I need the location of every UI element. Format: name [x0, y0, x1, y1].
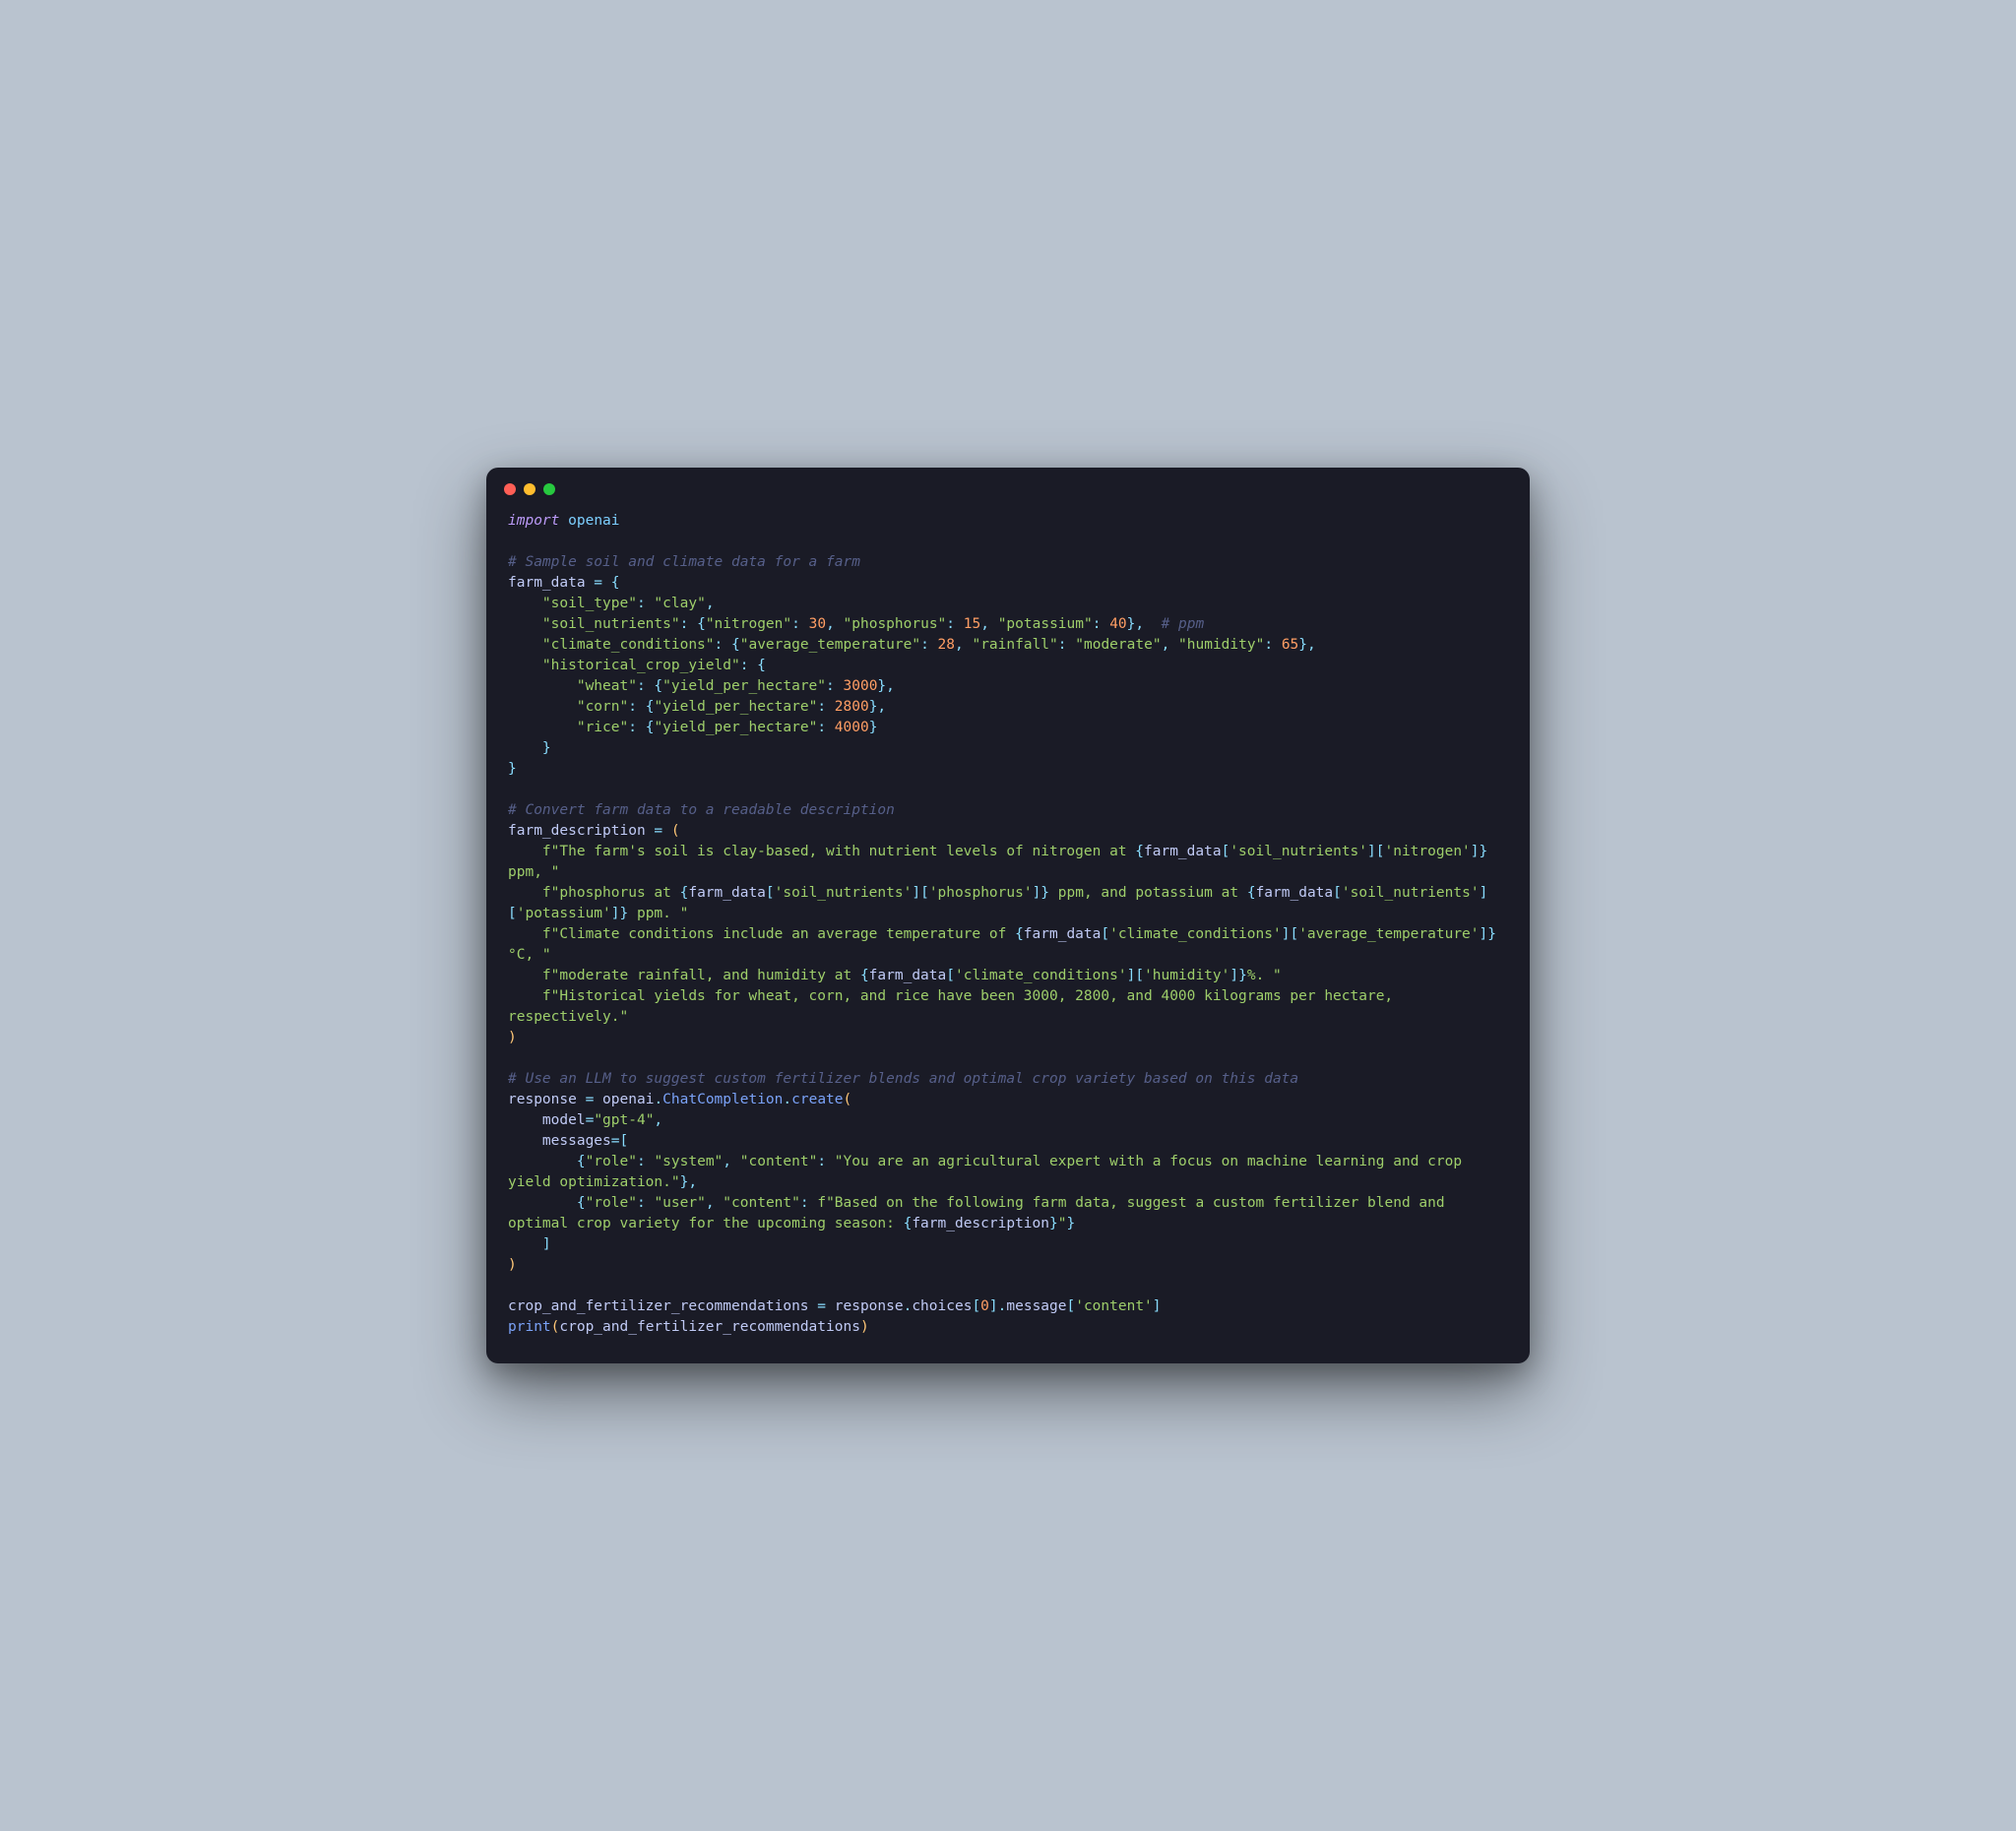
num: 15 — [964, 616, 980, 632]
dict-key: "corn" — [577, 699, 628, 715]
comment: # ppm — [1162, 616, 1205, 632]
num: 30 — [809, 616, 826, 632]
key: 'content' — [1075, 1298, 1153, 1314]
dict-val: "user" — [654, 1195, 705, 1211]
comment: # Use an LLM to suggest custom fertilize… — [508, 1071, 1298, 1087]
key: 'climate_conditions' — [955, 968, 1127, 983]
interp-var: farm_description — [912, 1216, 1049, 1231]
print-fn: print — [508, 1319, 551, 1335]
fstring: f"phosphorus at — [508, 885, 680, 901]
key: 'average_temperature' — [1298, 926, 1479, 942]
code-block: import openai # Sample soil and climate … — [486, 501, 1530, 1364]
response-ref: response — [835, 1298, 904, 1314]
key: 'humidity' — [1144, 968, 1229, 983]
dict-key: "climate_conditions" — [542, 637, 715, 653]
dict-key: "rainfall" — [972, 637, 1057, 653]
var-recommendations: crop_and_fertilizer_recommendations — [508, 1298, 809, 1314]
brace-open: { — [611, 575, 620, 591]
var-farm-description: farm_description — [508, 823, 646, 839]
dict-key: "role" — [586, 1195, 637, 1211]
fstring: ppm, and potassium at — [1049, 885, 1247, 901]
var-farm-data: farm_data — [508, 575, 586, 591]
key: 'climate_conditions' — [1109, 926, 1282, 942]
dict-key: "nitrogen" — [706, 616, 791, 632]
kwarg-model: model — [542, 1112, 586, 1128]
dict-key: "soil_nutrients" — [542, 616, 680, 632]
close-icon[interactable] — [504, 483, 516, 495]
dict-key: "phosphorus" — [844, 616, 947, 632]
maximize-icon[interactable] — [543, 483, 555, 495]
fstring: f"Climate conditions include an average … — [508, 926, 1015, 942]
dict-val: "moderate" — [1075, 637, 1161, 653]
fstring: f"Historical yields for wheat, corn, and… — [508, 988, 1402, 1025]
interp-var: farm_data — [688, 885, 766, 901]
code-window: import openai # Sample soil and climate … — [486, 468, 1530, 1364]
dict-key: "average_temperature" — [740, 637, 920, 653]
attr-message: message — [1006, 1298, 1066, 1314]
fstring: f"moderate rainfall, and humidity at — [508, 968, 860, 983]
openai-ref: openai — [602, 1092, 654, 1107]
dict-key: "rice" — [577, 720, 628, 735]
fstring: f"The farm's soil is clay-based, with nu… — [508, 844, 1135, 859]
num: 65 — [1282, 637, 1298, 653]
interp-var: farm_data — [1024, 926, 1102, 942]
key: 'soil_nutrients' — [775, 885, 913, 901]
key: 'nitrogen' — [1384, 844, 1470, 859]
key: 'phosphorus' — [929, 885, 1033, 901]
key: 'soil_nutrients' — [1342, 885, 1480, 901]
module-openai: openai — [568, 513, 619, 529]
num: 3000 — [844, 678, 878, 694]
num: 4000 — [835, 720, 869, 735]
window-titlebar — [486, 468, 1530, 501]
interp-var: farm_data — [1144, 844, 1222, 859]
dict-key: "yield_per_hectare" — [654, 720, 817, 735]
dict-val: "system" — [654, 1154, 723, 1169]
dict-val: "clay" — [654, 596, 705, 611]
kwarg-messages: messages — [542, 1133, 611, 1149]
comment: # Sample soil and climate data for a far… — [508, 554, 860, 570]
fstring: %. " — [1247, 968, 1282, 983]
dict-key: "historical_crop_yield" — [542, 658, 740, 673]
print-arg: crop_and_fertilizer_recommendations — [559, 1319, 860, 1335]
create: create — [791, 1092, 843, 1107]
key: 'soil_nutrients' — [1229, 844, 1367, 859]
model-val: "gpt-4" — [594, 1112, 654, 1128]
dict-key: "content" — [723, 1195, 800, 1211]
interp-var: farm_data — [1256, 885, 1334, 901]
interp-var: farm_data — [869, 968, 947, 983]
fstring: ppm. " — [628, 906, 688, 921]
dict-key: "yield_per_hectare" — [654, 699, 817, 715]
dict-key: "content" — [740, 1154, 818, 1169]
dict-key: "role" — [586, 1154, 637, 1169]
op: = — [586, 575, 611, 591]
minimize-icon[interactable] — [524, 483, 536, 495]
comment: # Convert farm data to a readable descri… — [508, 802, 895, 818]
var-response: response — [508, 1092, 577, 1107]
attr-choices: choices — [912, 1298, 972, 1314]
dict-key: "wheat" — [577, 678, 637, 694]
dict-key: "potassium" — [998, 616, 1093, 632]
idx: 0 — [980, 1298, 989, 1314]
num: 28 — [938, 637, 955, 653]
dict-key: "yield_per_hectare" — [662, 678, 826, 694]
dict-key: "humidity" — [1178, 637, 1264, 653]
chatcompletion: ChatCompletion — [662, 1092, 783, 1107]
keyword-import: import — [508, 513, 559, 529]
key: 'potassium' — [517, 906, 611, 921]
dict-key: "soil_type" — [542, 596, 637, 611]
num: 2800 — [835, 699, 869, 715]
num: 40 — [1109, 616, 1126, 632]
fstring: °C, " — [508, 947, 551, 963]
